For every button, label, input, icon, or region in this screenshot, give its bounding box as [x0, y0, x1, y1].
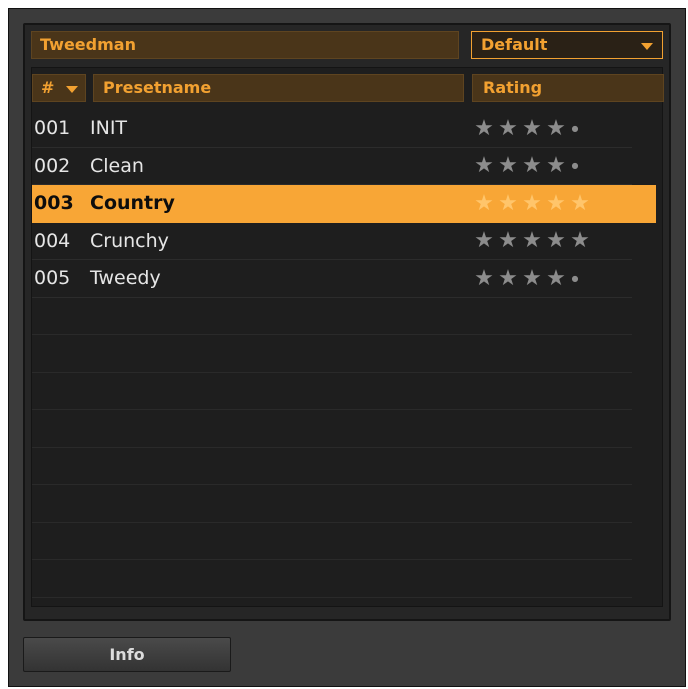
star-filled-icon[interactable]: ★: [472, 110, 496, 147]
preset-rating[interactable]: ★ ★ ★ ★ ★: [472, 185, 592, 221]
star-filled-icon[interactable]: ★: [472, 222, 496, 259]
column-header-rating[interactable]: Rating: [472, 74, 664, 102]
star-filled-icon[interactable]: ★: [544, 110, 568, 147]
empty-list-row: [32, 560, 632, 598]
star-filled-icon[interactable]: ★: [472, 147, 496, 184]
preset-number: 001: [34, 117, 71, 139]
preset-name: Clean: [90, 154, 144, 177]
star-filled-icon[interactable]: ★: [544, 260, 568, 297]
preset-name: Tweedy: [90, 267, 161, 289]
bank-select-value: Default: [481, 35, 548, 54]
star-filled-icon[interactable]: ★: [496, 147, 520, 184]
star-filled-icon[interactable]: ★: [472, 260, 496, 297]
preset-rating[interactable]: ★ ★ ★ ★ ●: [472, 148, 582, 184]
preset-list: # Presetname Rating 001 INIT ★ ★ ★ ★ ● 002 Clean…: [31, 67, 664, 607]
star-filled-icon[interactable]: ★: [568, 185, 592, 222]
preset-row[interactable]: 003 Country ★ ★ ★ ★ ★: [32, 185, 656, 223]
sort-down-icon: [66, 86, 78, 93]
column-header-number[interactable]: #: [32, 74, 86, 102]
preset-rows: 001 INIT ★ ★ ★ ★ ● 002 Clean ★ ★ ★ ★ ● 003 Country ★ ★ ★ ★ ★…: [32, 110, 656, 598]
star-filled-icon[interactable]: ★: [472, 185, 496, 222]
preset-number: 004: [34, 229, 71, 252]
star-filled-icon[interactable]: ★: [496, 185, 520, 222]
star-filled-icon[interactable]: ★: [520, 222, 544, 259]
empty-list-row: [32, 523, 632, 560]
star-empty-icon[interactable]: ●: [568, 260, 582, 297]
preset-panel: Tweedman Default # Presetname Rating 001…: [23, 23, 671, 621]
empty-list-row: [32, 410, 632, 448]
preset-rating[interactable]: ★ ★ ★ ★ ●: [472, 110, 582, 146]
preset-row[interactable]: 002 Clean ★ ★ ★ ★ ●: [32, 148, 632, 185]
preset-number: 002: [34, 154, 71, 177]
empty-list-row: [32, 373, 632, 410]
star-filled-icon[interactable]: ★: [544, 222, 568, 259]
preset-row[interactable]: 004 Crunchy ★ ★ ★ ★ ★: [32, 223, 632, 260]
star-filled-icon[interactable]: ★: [496, 110, 520, 147]
preset-browser-window: Tweedman Default # Presetname Rating 001…: [8, 8, 686, 687]
star-empty-icon[interactable]: ●: [568, 110, 582, 147]
preset-row[interactable]: 005 Tweedy ★ ★ ★ ★ ●: [32, 260, 632, 298]
preset-row[interactable]: 001 INIT ★ ★ ★ ★ ●: [32, 110, 632, 148]
preset-name: Country: [90, 192, 175, 214]
star-filled-icon[interactable]: ★: [496, 222, 520, 259]
star-filled-icon[interactable]: ★: [496, 260, 520, 297]
preset-number: 005: [34, 267, 71, 289]
empty-list-row: [32, 298, 632, 335]
star-filled-icon[interactable]: ★: [520, 147, 544, 184]
preset-number: 003: [34, 192, 74, 214]
preset-rating[interactable]: ★ ★ ★ ★ ★: [472, 223, 592, 259]
column-header-number-label: #: [41, 78, 55, 97]
star-filled-icon[interactable]: ★: [520, 185, 544, 222]
column-header-presetname[interactable]: Presetname: [93, 74, 464, 102]
bank-bar: Tweedman Default: [31, 31, 663, 59]
chevron-down-icon: [641, 43, 653, 50]
bank-select-dropdown[interactable]: Default: [471, 31, 663, 59]
star-filled-icon[interactable]: ★: [544, 147, 568, 184]
preset-name: INIT: [90, 117, 128, 139]
star-filled-icon[interactable]: ★: [544, 185, 568, 222]
star-filled-icon[interactable]: ★: [520, 110, 544, 147]
star-filled-icon[interactable]: ★: [568, 222, 592, 259]
preset-rating[interactable]: ★ ★ ★ ★ ●: [472, 260, 582, 296]
empty-list-row: [32, 485, 632, 523]
bank-name-label: Tweedman: [31, 31, 459, 59]
star-filled-icon[interactable]: ★: [520, 260, 544, 297]
star-empty-icon[interactable]: ●: [568, 147, 582, 184]
empty-list-row: [32, 448, 632, 485]
info-button[interactable]: Info: [23, 637, 231, 672]
empty-list-row: [32, 335, 632, 373]
preset-name: Crunchy: [90, 229, 169, 252]
